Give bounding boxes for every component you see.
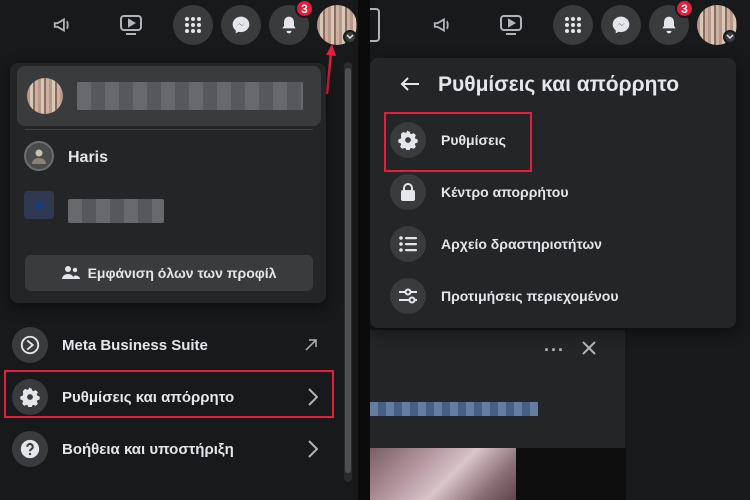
menu-item-label: Βοήθεια και υποστήριξη bbox=[62, 440, 234, 458]
menu-item-label: Meta Business Suite bbox=[62, 336, 208, 354]
highlight-settings bbox=[384, 112, 532, 172]
menu-item-label: Προτιμήσεις περιεχομένου bbox=[441, 288, 619, 304]
post-image bbox=[370, 448, 516, 500]
post-image-dark bbox=[516, 448, 626, 500]
redacted-profile-name bbox=[77, 82, 303, 110]
messenger-icon[interactable] bbox=[221, 5, 261, 45]
menu-item-help-support[interactable]: Βοήθεια και υποστήριξη bbox=[6, 424, 326, 474]
notifications-button[interactable]: 3 bbox=[269, 0, 314, 45]
profile-avatar bbox=[27, 78, 63, 114]
menu-item-label: Αρχείο δραστηριοτήτων bbox=[441, 236, 602, 252]
sliders-icon bbox=[390, 278, 426, 314]
redacted-second-profile bbox=[68, 199, 164, 223]
notifications-button[interactable]: 3 bbox=[649, 0, 694, 45]
chevron-down-icon bbox=[343, 30, 357, 44]
page-avatar[interactable] bbox=[24, 141, 54, 171]
bell-icon bbox=[282, 16, 296, 34]
lock-icon bbox=[390, 174, 426, 210]
more-options-icon[interactable]: ··· bbox=[544, 340, 565, 361]
notification-badge: 3 bbox=[675, 0, 694, 18]
panel-title: Ρυθμίσεις και απόρρητο bbox=[438, 73, 680, 96]
menu-item-content-preferences[interactable]: Προτιμήσεις περιεχομένου bbox=[390, 274, 619, 318]
megaphone-icon[interactable] bbox=[48, 10, 78, 40]
external-link-icon bbox=[304, 338, 318, 352]
menu-grid-icon[interactable] bbox=[553, 5, 593, 45]
highlight-settings-privacy bbox=[4, 370, 334, 418]
partial-icon bbox=[370, 8, 380, 42]
profile-name[interactable]: Haris bbox=[68, 149, 108, 167]
scrollbar-thumb[interactable] bbox=[345, 68, 351, 473]
meta-business-icon bbox=[12, 327, 48, 363]
list-icon bbox=[390, 226, 426, 262]
menu-grid-icon[interactable] bbox=[173, 5, 213, 45]
profiles-icon bbox=[61, 266, 80, 279]
close-icon[interactable] bbox=[581, 340, 597, 356]
help-icon bbox=[12, 431, 48, 467]
see-all-profiles-button[interactable]: Εμφάνιση όλων των προφίλ bbox=[25, 255, 313, 291]
screenshot-divider bbox=[358, 0, 370, 500]
chevron-down-icon bbox=[723, 30, 737, 44]
back-arrow-icon[interactable] bbox=[400, 76, 420, 92]
menu-item-activity-log[interactable]: Αρχείο δραστηριοτήτων bbox=[390, 222, 602, 266]
left-screenshot: 3 Haris Εμφάνιση όλων των προφίλ Meta Bu… bbox=[0, 0, 360, 500]
megaphone-icon[interactable] bbox=[428, 10, 458, 40]
watch-icon[interactable] bbox=[116, 10, 146, 40]
see-all-profiles-label: Εμφάνιση όλων των προφίλ bbox=[87, 265, 277, 281]
second-profile-avatar[interactable] bbox=[24, 191, 54, 219]
divider bbox=[25, 129, 313, 130]
current-profile-card[interactable] bbox=[17, 66, 321, 126]
right-screenshot: 3 ··· Ρυθμίσεις και απόρρητο Ρυθμίσεις Κ… bbox=[370, 0, 750, 500]
bell-icon bbox=[662, 16, 676, 34]
account-dropdown: Haris Εμφάνιση όλων των προφίλ bbox=[10, 63, 326, 303]
redacted-post-text bbox=[370, 402, 538, 416]
watch-icon[interactable] bbox=[496, 10, 526, 40]
messenger-icon[interactable] bbox=[601, 5, 641, 45]
menu-item-meta-business-suite[interactable]: Meta Business Suite bbox=[6, 320, 326, 370]
notification-badge: 3 bbox=[295, 0, 314, 18]
menu-item-label: Κέντρο απορρήτου bbox=[441, 184, 569, 200]
menu-item-privacy-center[interactable]: Κέντρο απορρήτου bbox=[390, 170, 568, 214]
chevron-right-icon bbox=[308, 440, 318, 458]
settings-privacy-panel: Ρυθμίσεις και απόρρητο Ρυθμίσεις Κέντρο … bbox=[370, 58, 736, 328]
